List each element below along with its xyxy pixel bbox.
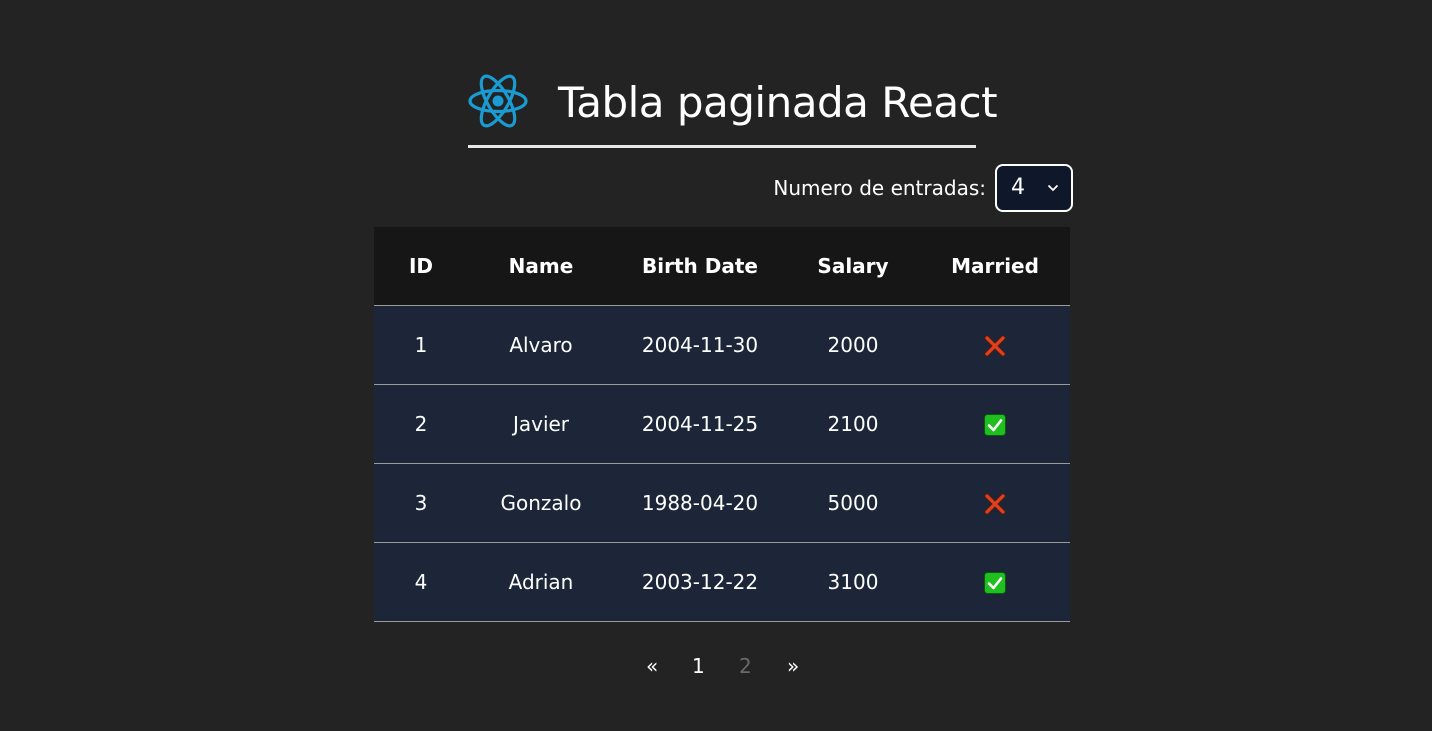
table-row: 3 Gonzalo 1988-04-20 5000 <box>374 463 1070 543</box>
cell-salary: 5000 <box>786 463 920 543</box>
react-logo-icon <box>468 74 528 128</box>
cell-salary: 3100 <box>786 542 920 622</box>
cell-name: Gonzalo <box>468 463 614 543</box>
cell-married <box>920 463 1070 543</box>
cell-married <box>920 542 1070 622</box>
pagination-prev-button[interactable]: « <box>646 654 658 678</box>
cell-id: 1 <box>374 305 468 385</box>
table-body: 1 Alvaro 2004-11-30 2000 2 Javier 2004-1… <box>374 305 1070 622</box>
cell-id: 4 <box>374 542 468 622</box>
cell-id: 3 <box>374 463 468 543</box>
cell-id: 2 <box>374 384 468 464</box>
pagination-page-2[interactable]: 2 <box>739 654 752 678</box>
entries-selected-value: 4 <box>1011 175 1025 200</box>
cross-mark-icon <box>984 493 1006 515</box>
cell-name: Alvaro <box>468 305 614 385</box>
pagination-page-1[interactable]: 1 <box>692 654 705 678</box>
cell-married <box>920 384 1070 464</box>
cell-birth-date: 2004-11-30 <box>614 305 786 385</box>
cell-birth-date: 2003-12-22 <box>614 542 786 622</box>
column-header-married: Married <box>920 227 1070 306</box>
cell-name: Javier <box>468 384 614 464</box>
check-mark-icon <box>984 414 1006 437</box>
page-title: Tabla paginada React <box>558 78 998 127</box>
entries-select[interactable]: 4 <box>995 164 1073 212</box>
table-row: 1 Alvaro 2004-11-30 2000 <box>374 305 1070 385</box>
cell-birth-date: 2004-11-25 <box>614 384 786 464</box>
entries-control: Numero de entradas: 4 <box>773 164 1073 212</box>
pagination: « 1 2 » <box>0 654 1432 680</box>
pagination-next-button[interactable]: » <box>787 654 799 678</box>
cell-name: Adrian <box>468 542 614 622</box>
page-header: Tabla paginada React <box>468 70 998 148</box>
table-row: 2 Javier 2004-11-25 2100 <box>374 384 1070 464</box>
table-row: 4 Adrian 2003-12-22 3100 <box>374 542 1070 622</box>
chevron-down-icon <box>1047 184 1059 192</box>
entries-label: Numero de entradas: <box>773 176 986 200</box>
cell-married <box>920 305 1070 385</box>
column-header-id: ID <box>374 227 468 306</box>
cell-birth-date: 1988-04-20 <box>614 463 786 543</box>
column-header-salary: Salary <box>786 227 920 306</box>
cell-salary: 2100 <box>786 384 920 464</box>
data-table: ID Name Birth Date Salary Married 1 Alva… <box>374 227 1070 622</box>
cross-mark-icon <box>984 335 1006 357</box>
table-header-row: ID Name Birth Date Salary Married <box>374 227 1070 306</box>
column-header-name: Name <box>468 227 614 306</box>
check-mark-icon <box>984 572 1006 595</box>
cell-salary: 2000 <box>786 305 920 385</box>
column-header-birth-date: Birth Date <box>614 227 786 306</box>
